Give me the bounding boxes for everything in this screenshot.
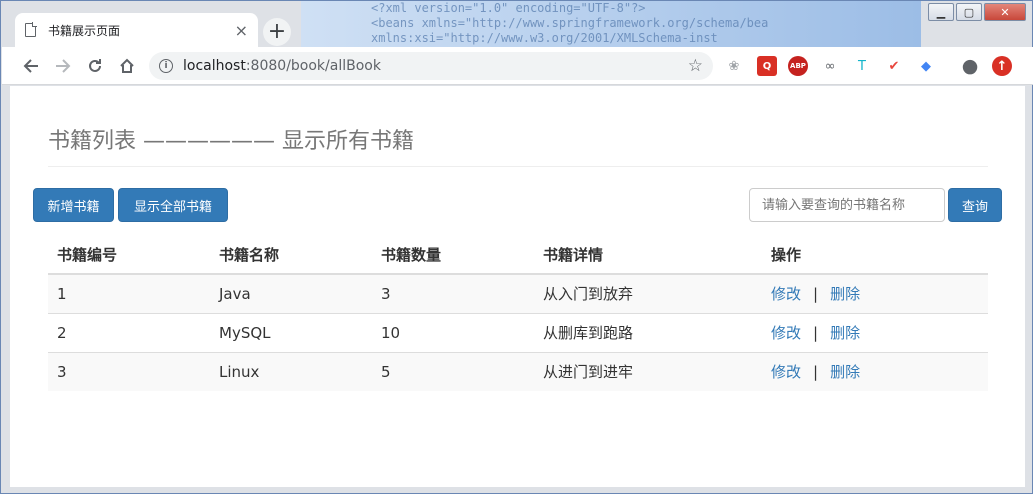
table-row: 1 Java 3 从入门到放弃 修改 | 删除 [48,273,988,313]
cell-book-name: Linux [210,351,372,391]
edit-link[interactable]: 修改 [771,324,801,342]
minimize-button[interactable]: ▁ [928,3,954,21]
cell-actions: 修改 | 删除 [762,351,988,391]
page-title: 书籍列表 —————— 显示所有书籍 [48,129,414,154]
table-row: 3 Linux 5 从进门到进牢 修改 | 删除 [48,351,988,391]
add-book-button[interactable]: 新增书籍 [33,188,114,222]
cell-book-name: Java [210,273,372,313]
title-divider [48,166,988,167]
cell-book-id: 3 [48,351,210,391]
header-book-name: 书籍名称 [210,236,372,275]
cell-book-id: 1 [48,273,210,313]
cell-book-detail: 从入门到放弃 [534,273,762,313]
cell-book-count: 10 [372,312,534,352]
cell-actions: 修改 | 删除 [762,273,988,313]
search-button[interactable]: 查询 [948,188,1002,222]
cell-book-id: 2 [48,312,210,352]
home-icon[interactable] [112,51,142,81]
cell-book-count: 5 [372,351,534,391]
header-actions: 操作 [762,236,988,275]
window-controls: ▁ ▢ ✕ [928,3,1026,21]
show-all-books-button[interactable]: 显示全部书籍 [118,188,228,222]
delete-link[interactable]: 删除 [830,363,860,381]
url-text[interactable]: localhost:8080/book/allBook [183,58,688,74]
search-ext-icon[interactable]: Q [757,56,777,76]
header-book-id: 书籍编号 [48,236,210,275]
site-info-icon[interactable]: i [159,59,173,73]
books-table: 书籍编号 书籍名称 书籍数量 书籍详情 操作 1 Java 3 从入门到放弃 修… [48,236,988,391]
book-search-input[interactable] [749,188,945,222]
address-bar[interactable]: i localhost:8080/book/allBook ☆ [149,52,713,80]
tab-title: 书籍展示页面 [48,23,121,38]
action-separator: | [813,363,819,382]
abp-icon[interactable]: ABP [788,56,808,76]
page-icon [25,22,37,37]
new-tab-button[interactable]: + [263,18,291,46]
maximize-button[interactable]: ▢ [956,3,982,21]
action-separator: | [813,324,819,342]
update-icon[interactable]: ↑ [992,56,1012,76]
close-window-button[interactable]: ✕ [984,3,1026,21]
header-book-detail: 书籍详情 [534,236,762,275]
account-icon[interactable]: ● [960,55,980,77]
edit-link[interactable]: 修改 [771,285,801,303]
table-header-row: 书籍编号 书籍名称 书籍数量 书籍详情 操作 [48,236,988,275]
weibo-icon[interactable]: ❀ [724,56,744,76]
page-content: 书籍列表 —————— 显示所有书籍 新增书籍 显示全部书籍 查询 书籍编号 书… [10,86,1025,487]
check-ext-icon[interactable]: ✔ [884,56,904,76]
reload-icon[interactable] [80,51,110,81]
table-row: 2 MySQL 10 从删库到跑路 修改 | 删除 [48,312,988,352]
cap-icon[interactable]: ◆ [916,56,936,76]
infinity-icon[interactable]: ∞ [820,56,840,76]
cell-actions: 修改 | 删除 [762,312,988,352]
forward-icon[interactable] [48,51,78,81]
bookmark-star-icon[interactable]: ☆ [688,56,703,76]
close-tab-icon[interactable]: × [235,21,248,40]
cell-book-detail: 从删库到跑路 [534,312,762,352]
cell-book-detail: 从进门到进牢 [534,351,762,391]
cell-book-name: MySQL [210,312,372,352]
header-book-count: 书籍数量 [372,236,534,275]
action-separator: | [813,285,819,304]
back-icon[interactable] [16,51,46,81]
browser-window: <?xml version="1.0" encoding="UTF-8"?> <… [0,0,1033,494]
delete-link[interactable]: 删除 [830,324,860,342]
cell-book-count: 3 [372,273,534,313]
edit-link[interactable]: 修改 [771,363,801,381]
translate-icon[interactable]: T [852,56,872,76]
browser-tab[interactable]: 书籍展示页面 × [15,13,258,47]
browser-toolbar: i localhost:8080/book/allBook ☆ ❀ Q ABP ∞ T ✔… [2,47,1033,85]
background-code-editor: <?xml version="1.0" encoding="UTF-8"?> <… [301,1,921,47]
delete-link[interactable]: 删除 [830,285,860,303]
